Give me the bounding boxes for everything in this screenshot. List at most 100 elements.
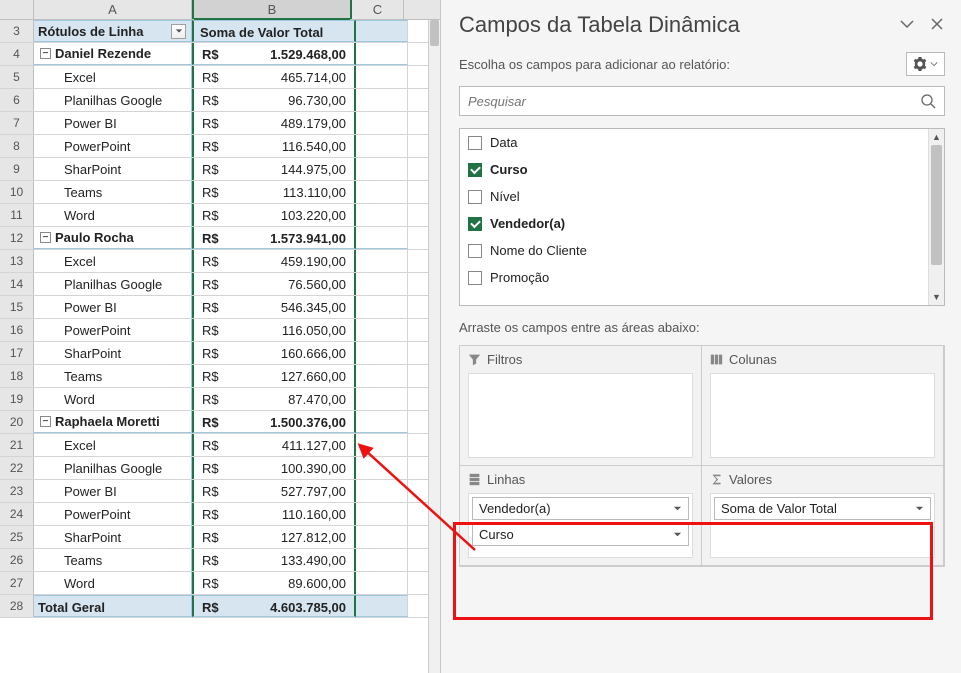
- row-label-cell[interactable]: PowerPoint: [34, 135, 192, 157]
- row-label-cell[interactable]: Power BI: [34, 296, 192, 318]
- row-number[interactable]: 14: [0, 273, 34, 295]
- empty-cell[interactable]: [356, 135, 408, 157]
- row-number[interactable]: 21: [0, 434, 34, 456]
- value-cell[interactable]: R$127.812,00: [192, 526, 356, 548]
- row-label-cell[interactable]: Word: [34, 388, 192, 410]
- row-label-cell[interactable]: SharPoint: [34, 158, 192, 180]
- row-number[interactable]: 18: [0, 365, 34, 387]
- value-cell[interactable]: R$76.560,00: [192, 273, 356, 295]
- empty-cell[interactable]: [356, 89, 408, 111]
- row-label-cell[interactable]: Teams: [34, 181, 192, 203]
- value-cell[interactable]: R$527.797,00: [192, 480, 356, 502]
- value-cell[interactable]: R$459.190,00: [192, 250, 356, 272]
- row-label-cell[interactable]: Word: [34, 204, 192, 226]
- row-number[interactable]: 19: [0, 388, 34, 410]
- collapse-button[interactable]: −: [40, 416, 51, 427]
- row-label-cell[interactable]: Planilhas Google: [34, 89, 192, 111]
- empty-cell[interactable]: [356, 526, 408, 548]
- value-cell[interactable]: R$116.540,00: [192, 135, 356, 157]
- empty-cell[interactable]: [356, 457, 408, 479]
- value-cell[interactable]: R$546.345,00: [192, 296, 356, 318]
- empty-cell[interactable]: [356, 273, 408, 295]
- value-cell[interactable]: R$489.179,00: [192, 112, 356, 134]
- row-label-cell[interactable]: −Raphaela Moretti: [34, 411, 192, 433]
- close-icon[interactable]: [929, 16, 945, 35]
- field-pill[interactable]: Soma de Valor Total: [714, 497, 931, 520]
- checkbox[interactable]: [468, 190, 482, 204]
- field-list[interactable]: DataCursoNívelVendedor(a)Nome do Cliente…: [459, 128, 945, 306]
- value-cell[interactable]: R$100.390,00: [192, 457, 356, 479]
- sheet-scrollbar[interactable]: [428, 20, 440, 673]
- row-number[interactable]: 16: [0, 319, 34, 341]
- row-label-cell[interactable]: Excel: [34, 434, 192, 456]
- collapse-button[interactable]: −: [40, 48, 51, 59]
- value-cell[interactable]: R$110.160,00: [192, 503, 356, 525]
- col-header-a[interactable]: A: [34, 0, 192, 19]
- empty-cell[interactable]: [356, 250, 408, 272]
- row-label-cell[interactable]: Total Geral: [34, 595, 192, 617]
- row-label-cell[interactable]: SharPoint: [34, 342, 192, 364]
- row-number[interactable]: 9: [0, 158, 34, 180]
- row-number[interactable]: 3: [0, 20, 34, 42]
- row-number[interactable]: 17: [0, 342, 34, 364]
- row-number[interactable]: 7: [0, 112, 34, 134]
- field-pill[interactable]: Curso: [472, 523, 689, 546]
- row-label-cell[interactable]: Power BI: [34, 112, 192, 134]
- field-item[interactable]: Nível: [460, 183, 944, 210]
- empty-cell[interactable]: [356, 204, 408, 226]
- empty-cell[interactable]: [356, 572, 408, 594]
- filters-area[interactable]: Filtros: [459, 345, 702, 466]
- row-number[interactable]: 5: [0, 66, 34, 88]
- empty-cell[interactable]: [356, 158, 408, 180]
- empty-cell[interactable]: [356, 227, 408, 249]
- empty-cell[interactable]: [356, 342, 408, 364]
- columns-area[interactable]: Colunas: [701, 345, 944, 466]
- row-number[interactable]: 4: [0, 43, 34, 65]
- empty-cell[interactable]: [356, 480, 408, 502]
- search-box[interactable]: [459, 86, 945, 116]
- row-label-cell[interactable]: PowerPoint: [34, 319, 192, 341]
- empty-cell[interactable]: [356, 388, 408, 410]
- empty-cell[interactable]: [356, 20, 408, 42]
- scroll-up-arrow[interactable]: ▲: [929, 129, 944, 145]
- row-label-cell[interactable]: Teams: [34, 365, 192, 387]
- empty-cell[interactable]: [356, 296, 408, 318]
- row-number[interactable]: 13: [0, 250, 34, 272]
- col-header-b[interactable]: B: [192, 0, 352, 19]
- row-label-cell[interactable]: Word: [34, 572, 192, 594]
- row-number[interactable]: 23: [0, 480, 34, 502]
- empty-cell[interactable]: [356, 434, 408, 456]
- row-number[interactable]: 28: [0, 595, 34, 617]
- values-area[interactable]: Valores Soma de Valor Total: [701, 465, 944, 566]
- row-number[interactable]: 12: [0, 227, 34, 249]
- row-number[interactable]: 27: [0, 572, 34, 594]
- col-header-c[interactable]: C: [352, 0, 404, 19]
- select-all-corner[interactable]: [0, 0, 34, 19]
- sheet-scrollbar-thumb[interactable]: [430, 20, 439, 46]
- value-cell[interactable]: R$1.500.376,00: [192, 411, 356, 433]
- field-item[interactable]: Vendedor(a): [460, 210, 944, 237]
- field-pill[interactable]: Vendedor(a): [472, 497, 689, 520]
- value-cell[interactable]: R$96.730,00: [192, 89, 356, 111]
- value-cell[interactable]: R$411.127,00: [192, 434, 356, 456]
- empty-cell[interactable]: [356, 319, 408, 341]
- search-input[interactable]: [468, 94, 920, 109]
- row-label-cell[interactable]: −Paulo Rocha: [34, 227, 192, 249]
- empty-cell[interactable]: [356, 112, 408, 134]
- checkbox[interactable]: [468, 271, 482, 285]
- collapse-button[interactable]: −: [40, 232, 51, 243]
- row-label-cell[interactable]: Planilhas Google: [34, 273, 192, 295]
- row-label-cell[interactable]: Excel: [34, 66, 192, 88]
- row-number[interactable]: 10: [0, 181, 34, 203]
- field-item[interactable]: Nome do Cliente: [460, 237, 944, 264]
- empty-cell[interactable]: [356, 549, 408, 571]
- empty-cell[interactable]: [356, 411, 408, 433]
- row-number[interactable]: 22: [0, 457, 34, 479]
- row-label-cell[interactable]: −Daniel Rezende: [34, 43, 192, 65]
- value-cell[interactable]: R$113.110,00: [192, 181, 356, 203]
- chevron-down-icon[interactable]: [899, 16, 915, 35]
- value-cell[interactable]: R$116.050,00: [192, 319, 356, 341]
- value-cell[interactable]: R$1.529.468,00: [192, 43, 356, 65]
- row-labels-header[interactable]: Rótulos de Linha: [34, 20, 192, 42]
- row-label-cell[interactable]: Power BI: [34, 480, 192, 502]
